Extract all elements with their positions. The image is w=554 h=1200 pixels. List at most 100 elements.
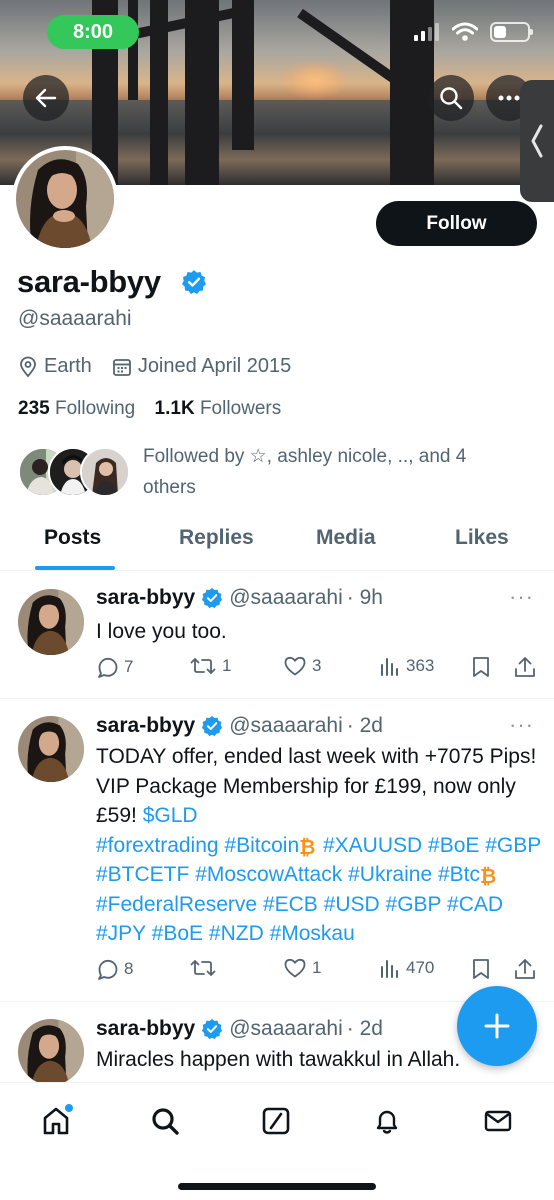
side-panel-handle[interactable] <box>520 80 554 202</box>
banner-pier-post <box>128 0 138 100</box>
banner-pier-post <box>185 0 219 185</box>
banner-pier-beam <box>128 7 239 40</box>
share-button[interactable] <box>514 958 536 980</box>
search-icon <box>440 87 463 110</box>
hashtag-link[interactable]: #Btc <box>438 863 480 886</box>
like-button[interactable]: 1 <box>284 958 321 978</box>
post-timestamp[interactable]: · 9h <box>347 586 383 610</box>
active-tab-indicator <box>35 566 115 570</box>
profile-counts: 235 Following 1.1K Followers <box>18 398 281 420</box>
following-label: Following <box>54 398 136 419</box>
profile-avatar[interactable] <box>12 146 118 252</box>
post-more-button[interactable]: ··· <box>509 584 534 610</box>
post-author-name[interactable]: sara-bbyy <box>96 586 195 610</box>
followed-by-avatars[interactable] <box>18 447 130 497</box>
profile-tabs: Posts Replies Media Likes <box>0 516 554 571</box>
following-link[interactable]: 235 Following <box>18 398 135 419</box>
repost-button[interactable] <box>190 958 222 978</box>
status-time: 8:00 <box>47 15 139 49</box>
post-avatar[interactable] <box>18 589 84 655</box>
post-header: sara-bbyy @saaaarahi · 9h <box>96 586 383 610</box>
hashtag-link[interactable]: #FederalReserve <box>96 893 257 916</box>
follower-avatar <box>80 447 130 497</box>
nav-grok[interactable] <box>256 1101 296 1141</box>
hashtag-link[interactable]: #BoE <box>428 834 479 857</box>
repost-button[interactable]: 1 <box>190 656 231 676</box>
like-count: 3 <box>312 656 322 675</box>
hashtag-link[interactable]: #BTCETF <box>96 863 189 886</box>
cashtag-link[interactable]: $GLD <box>143 804 198 827</box>
nav-notifications[interactable] <box>367 1101 407 1141</box>
hashtag-link[interactable]: #Moskau <box>270 922 355 945</box>
nav-messages[interactable] <box>478 1101 518 1141</box>
like-button[interactable]: 3 <box>284 656 321 676</box>
hashtag-link[interactable]: #CAD <box>447 893 503 916</box>
tab-replies[interactable]: Replies <box>179 526 254 550</box>
verified-badge-icon <box>182 270 206 295</box>
post-more-button[interactable]: ··· <box>509 712 534 738</box>
share-icon <box>515 657 535 677</box>
search-button[interactable] <box>428 75 474 121</box>
tab-posts[interactable]: Posts <box>44 526 101 550</box>
post-author-handle[interactable]: @saaaarahi <box>229 1017 343 1041</box>
post-header: sara-bbyy @saaaarahi · 2d <box>96 1017 383 1041</box>
reply-icon <box>98 959 118 980</box>
views-button[interactable]: 363 <box>380 656 434 676</box>
hashtag-link[interactable]: #USD <box>324 893 380 916</box>
profile-meta: Earth Joined April 2015 <box>18 355 291 378</box>
share-button[interactable] <box>514 656 536 678</box>
tab-media[interactable]: Media <box>316 526 376 550</box>
post-timestamp[interactable]: · 2d <box>347 1017 383 1041</box>
post-avatar[interactable] <box>18 716 84 782</box>
banner-sun <box>280 60 350 100</box>
post-author-name[interactable]: sara-bbyy <box>96 1017 195 1041</box>
notification-dot <box>65 1104 73 1112</box>
bottom-navigation <box>0 1082 554 1200</box>
post-author-handle[interactable]: @saaaarahi <box>229 586 343 610</box>
followed-by-text[interactable]: Followed by ☆, ashley nicole, .., and 4 … <box>143 441 523 503</box>
tab-likes[interactable]: Likes <box>455 526 509 550</box>
hashtag-link[interactable]: #MoscowAttack <box>195 863 342 886</box>
post-author-handle[interactable]: @saaaarahi <box>229 714 343 738</box>
home-indicator <box>178 1183 376 1190</box>
status-icons <box>414 22 533 42</box>
nav-home[interactable] <box>36 1101 76 1141</box>
nav-search[interactable] <box>145 1101 185 1141</box>
hashtag-link[interactable]: #Bitcoin <box>224 834 299 857</box>
hashtag-link[interactable]: #JPY <box>96 922 146 945</box>
hashtag-link[interactable]: #BoE <box>152 922 203 945</box>
hashtag-link[interactable]: #ECB <box>263 893 318 916</box>
post-item[interactable]: sara-bbyy @saaaarahi · 2d ··· TODAY offe… <box>0 700 554 1002</box>
post-author-name[interactable]: sara-bbyy <box>96 714 195 738</box>
post-text: I love you too. <box>96 620 227 643</box>
bookmark-button[interactable] <box>472 656 490 678</box>
heart-icon <box>284 656 306 676</box>
bookmark-button[interactable] <box>472 958 490 980</box>
post-item[interactable]: sara-bbyy @saaaarahi · 9h ··· I love you… <box>0 572 554 699</box>
reply-button[interactable]: 7 <box>96 656 133 678</box>
bitcoin-icon: ₿ <box>299 836 316 859</box>
post-avatar[interactable] <box>18 1019 84 1083</box>
hashtag-link[interactable]: #Ukraine <box>348 863 432 886</box>
bell-icon <box>376 1110 398 1134</box>
hashtag-link[interactable]: #NZD <box>209 922 264 945</box>
hashtag-link[interactable]: #GBP <box>485 834 541 857</box>
search-icon <box>152 1108 179 1135</box>
bookmark-icon <box>473 657 489 677</box>
views-icon <box>381 960 398 978</box>
post-timestamp[interactable]: · 2d <box>347 714 383 738</box>
post-header: sara-bbyy @saaaarahi · 2d <box>96 714 383 738</box>
followers-link[interactable]: 1.1K Followers <box>155 398 282 419</box>
follow-button[interactable]: Follow <box>376 201 537 246</box>
verified-badge-icon <box>202 1018 223 1040</box>
following-count: 235 <box>18 398 50 419</box>
reply-button[interactable]: 8 <box>96 958 133 980</box>
repost-icon <box>190 658 216 674</box>
views-button[interactable]: 470 <box>380 958 434 978</box>
hashtag-link[interactable]: #XAUUSD <box>323 834 422 857</box>
compose-button[interactable] <box>457 986 537 1066</box>
post-actions: 7 1 3 363 <box>96 656 541 680</box>
hashtag-link[interactable]: #GBP <box>386 893 442 916</box>
hashtag-link[interactable]: #forextrading <box>96 834 219 857</box>
back-button[interactable] <box>23 75 69 121</box>
